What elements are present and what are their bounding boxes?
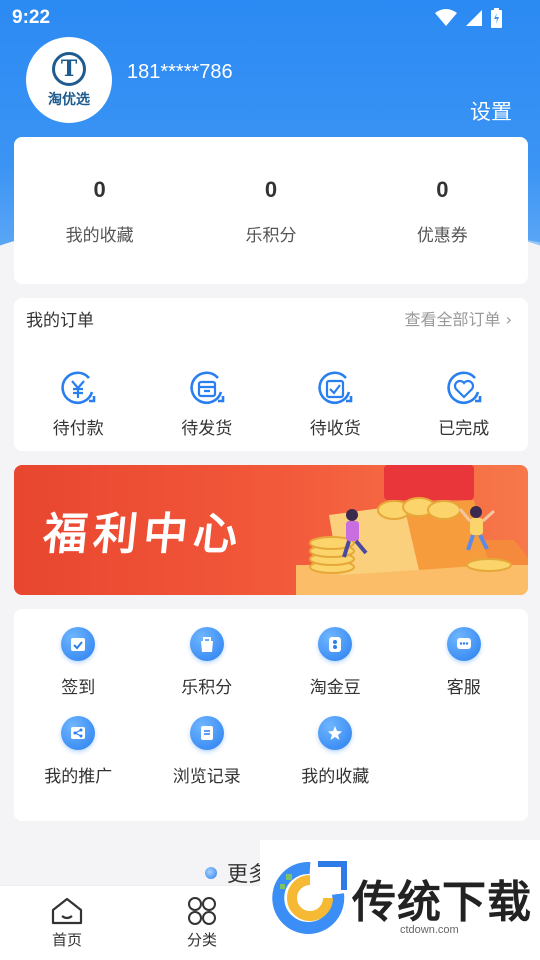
stat-points[interactable]: 0 乐积分 bbox=[185, 137, 356, 284]
avatar-logo: T bbox=[52, 51, 86, 86]
settings-button[interactable]: 设置 bbox=[470, 96, 512, 126]
service-favorites[interactable]: 我的收藏 bbox=[271, 716, 400, 787]
service-checkin[interactable]: 签到 bbox=[14, 627, 143, 698]
stats-card: 0 我的收藏 0 乐积分 0 优惠券 bbox=[14, 137, 528, 284]
nav-category[interactable]: 分类 bbox=[162, 896, 242, 950]
bag-icon bbox=[189, 627, 224, 661]
service-history[interactable]: 浏览记录 bbox=[143, 716, 272, 787]
chat-icon bbox=[446, 627, 481, 661]
avatar-brand-text: 淘优选 bbox=[48, 91, 90, 108]
view-all-orders-label: 查看全部订单 bbox=[404, 310, 501, 329]
signal-icon bbox=[466, 10, 482, 26]
service-label: 乐积分 bbox=[181, 678, 233, 698]
wifi-icon bbox=[435, 9, 457, 26]
home-icon bbox=[51, 897, 83, 925]
category-icon bbox=[188, 897, 216, 925]
service-customer-service[interactable]: 客服 bbox=[400, 627, 529, 698]
yen-icon bbox=[61, 371, 96, 405]
view-all-orders-link[interactable]: 查看全部订单 › bbox=[404, 306, 512, 330]
stat-label: 优惠券 bbox=[416, 226, 468, 246]
service-promotion[interactable]: 我的推广 bbox=[14, 716, 143, 787]
service-label: 客服 bbox=[446, 678, 481, 698]
stat-value: 0 bbox=[93, 177, 106, 202]
avatar[interactable]: T 淘优选 bbox=[26, 37, 112, 123]
services-card: 签到 乐积分 淘金豆 客服 我的推广 浏览记录 我的收藏 bbox=[14, 609, 528, 821]
status-icons bbox=[435, 8, 502, 28]
orders-card: 我的订单 查看全部订单 › 待付款 待发货 待收货 已完成 bbox=[14, 298, 528, 451]
order-completed[interactable]: 已完成 bbox=[400, 370, 529, 439]
watermark: 传统下载 ctdown.com bbox=[260, 840, 540, 940]
chevron-right-icon: › bbox=[505, 310, 512, 329]
stat-label: 乐积分 bbox=[245, 226, 297, 246]
nav-label: 首页 bbox=[51, 931, 82, 949]
service-label: 浏览记录 bbox=[172, 767, 241, 787]
stat-favorites[interactable]: 0 我的收藏 bbox=[14, 137, 185, 284]
star-icon bbox=[318, 716, 353, 750]
welfare-center-banner[interactable]: 福利中心 bbox=[14, 465, 528, 595]
watermark-title: 传统下载 bbox=[352, 877, 532, 928]
nav-home[interactable]: 首页 bbox=[27, 896, 107, 950]
coin-icon bbox=[318, 627, 353, 661]
service-label: 签到 bbox=[61, 678, 96, 698]
stat-label: 我的收藏 bbox=[65, 226, 134, 246]
nav-label: 分类 bbox=[186, 931, 217, 949]
calendar-check-icon bbox=[61, 627, 96, 661]
share-icon bbox=[61, 716, 96, 750]
banner-title: 福利中心 bbox=[40, 509, 247, 560]
order-label: 已完成 bbox=[438, 419, 490, 439]
service-label: 淘金豆 bbox=[309, 678, 361, 698]
service-label: 我的推广 bbox=[44, 767, 113, 787]
stat-coupons[interactable]: 0 优惠券 bbox=[357, 137, 528, 284]
order-label: 待付款 bbox=[52, 419, 104, 439]
orders-title: 我的订单 bbox=[26, 311, 94, 331]
history-icon bbox=[189, 716, 224, 750]
service-label: 我的收藏 bbox=[301, 767, 370, 787]
order-pending-receipt[interactable]: 待收货 bbox=[271, 370, 400, 439]
user-phone: 181*****786 bbox=[127, 61, 233, 83]
heart-icon bbox=[447, 371, 482, 405]
watermark-logo-icon bbox=[272, 861, 347, 934]
services-grid: 签到 乐积分 淘金豆 客服 我的推广 浏览记录 我的收藏 bbox=[14, 627, 528, 787]
stat-value: 0 bbox=[264, 177, 278, 202]
order-status-row: 待付款 待发货 待收货 已完成 bbox=[14, 370, 528, 439]
dot-icon bbox=[205, 867, 217, 879]
package-icon bbox=[190, 371, 225, 405]
status-bar: 9:22 bbox=[0, 0, 540, 36]
battery-icon bbox=[491, 8, 502, 28]
order-pending-payment[interactable]: 待付款 bbox=[14, 370, 143, 439]
stat-value: 0 bbox=[436, 177, 449, 202]
receive-icon bbox=[318, 371, 353, 405]
order-label: 待收货 bbox=[309, 419, 361, 439]
service-gold-beans[interactable]: 淘金豆 bbox=[271, 627, 400, 698]
status-time: 9:22 bbox=[12, 7, 51, 28]
banner-illustration bbox=[296, 465, 528, 595]
service-points[interactable]: 乐积分 bbox=[143, 627, 272, 698]
watermark-url: ctdown.com bbox=[400, 924, 459, 936]
order-label: 待发货 bbox=[181, 419, 233, 439]
order-pending-shipment[interactable]: 待发货 bbox=[143, 370, 272, 439]
